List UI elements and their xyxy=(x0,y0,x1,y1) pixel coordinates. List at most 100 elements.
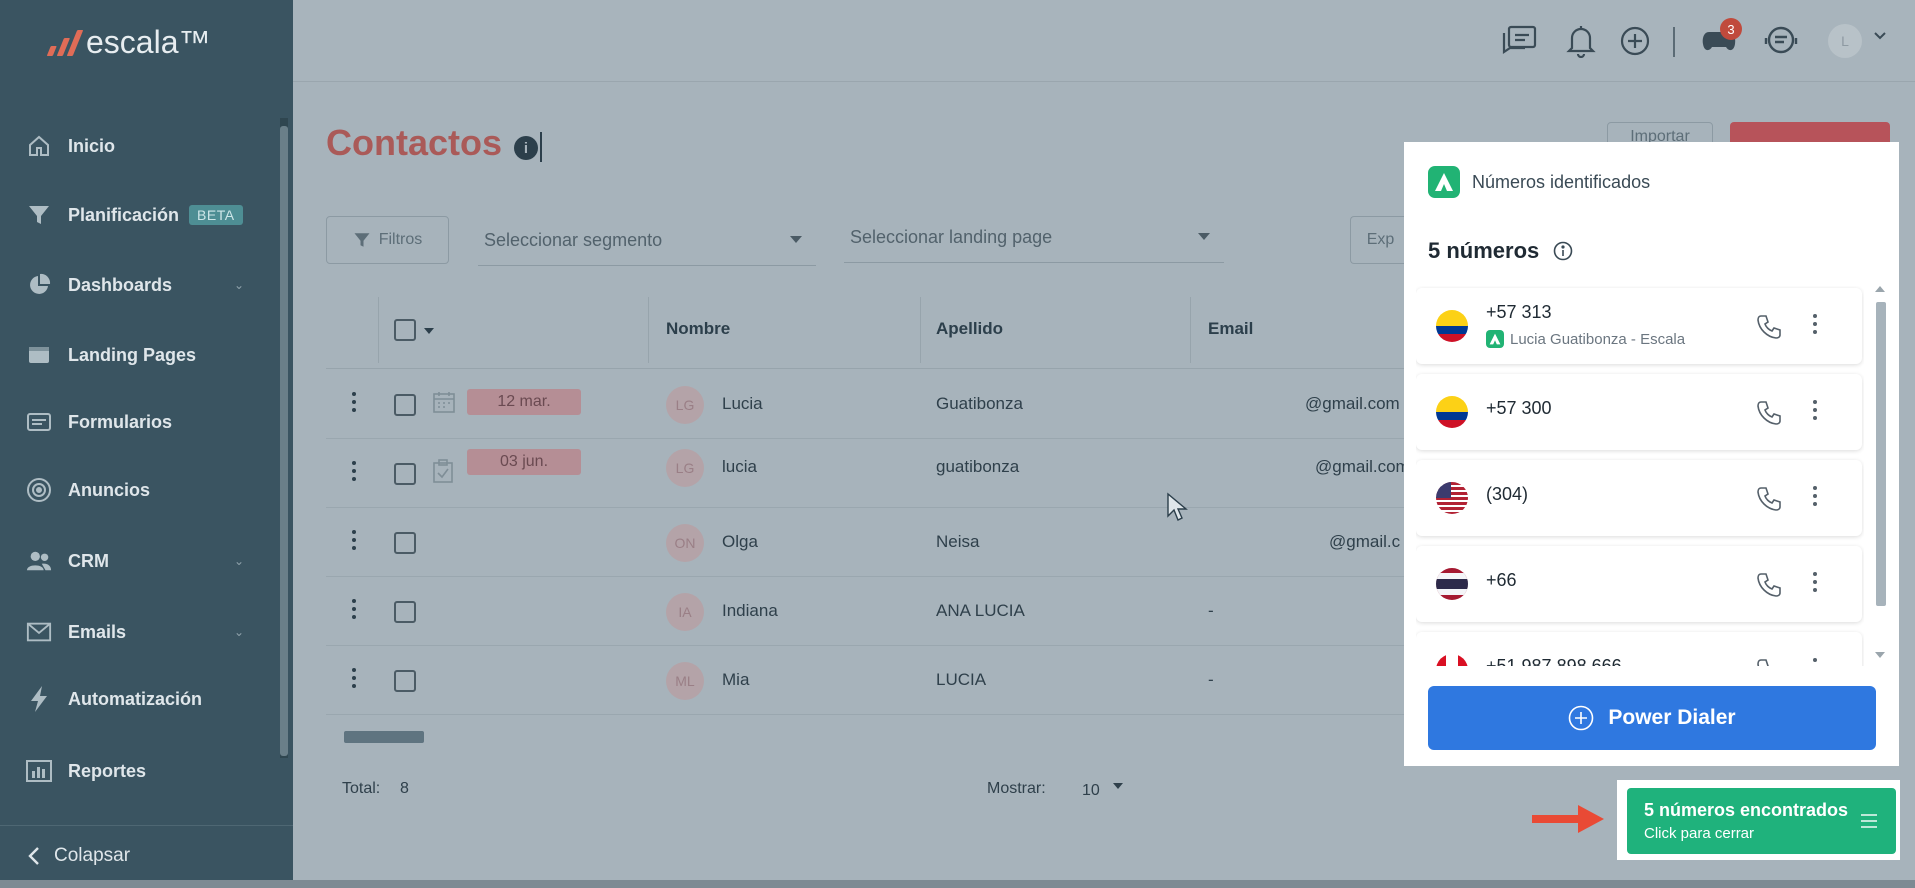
column-header-email[interactable]: Email xyxy=(1208,319,1253,339)
bell-icon[interactable] xyxy=(1562,22,1600,60)
phone-number: +57 300 xyxy=(1486,398,1552,418)
user-avatar[interactable]: L xyxy=(1828,24,1862,58)
info-icon[interactable]: i xyxy=(514,136,538,160)
row-menu-icon[interactable] xyxy=(352,392,356,412)
numbers-found-toast[interactable]: 5 números encontrados Click para cerrar xyxy=(1627,788,1896,854)
topbar-divider xyxy=(1673,27,1675,57)
select-menu-arrow-icon[interactable] xyxy=(424,328,434,334)
page-size-arrow-icon[interactable] xyxy=(1113,783,1123,789)
landing-placeholder: Seleccionar landing page xyxy=(850,227,1053,247)
sidebar-item-emails[interactable]: Emails ⌄ xyxy=(0,607,280,657)
table-horizontal-scrollbar[interactable] xyxy=(344,731,424,743)
info-icon[interactable] xyxy=(1553,241,1573,261)
contact-avatar: IA xyxy=(666,593,704,631)
cell-nombre: Lucia xyxy=(722,394,763,413)
sidebar-item-label: Planificación xyxy=(68,204,180,225)
segment-select[interactable]: Seleccionar segmento xyxy=(478,216,816,266)
phone-number: +57 313 xyxy=(1486,302,1552,322)
gamepad-icon[interactable]: 3 xyxy=(1700,18,1742,60)
usa-flag-icon xyxy=(1436,482,1468,514)
cell-email: - xyxy=(1208,601,1214,620)
filters-button[interactable]: Filtros xyxy=(326,216,449,264)
chevron-left-icon xyxy=(28,846,40,866)
number-card[interactable]: +51 987 898 666 xyxy=(1416,632,1862,666)
select-all-checkbox[interactable] xyxy=(394,319,416,341)
phone-call-icon[interactable] xyxy=(1756,400,1782,426)
chevron-down-icon[interactable]: ⌄ xyxy=(234,278,244,292)
landing-page-select[interactable]: Seleccionar landing page xyxy=(844,213,1224,263)
sidebar-item-anuncios[interactable]: Anuncios xyxy=(0,465,280,515)
form-icon xyxy=(26,409,52,435)
escala-logo[interactable]: escala™ xyxy=(46,24,211,61)
numbers-count: 5 números xyxy=(1428,238,1573,264)
sidebar-scrollbar[interactable] xyxy=(280,126,288,756)
sidebar-item-automatizacion[interactable]: Automatización xyxy=(0,674,280,724)
chevron-down-icon[interactable]: ⌄ xyxy=(234,625,244,639)
number-card[interactable]: +57 300 xyxy=(1416,374,1862,450)
phone-call-icon[interactable] xyxy=(1756,572,1782,598)
top-bar xyxy=(293,0,1915,82)
chevron-down-icon[interactable] xyxy=(1874,32,1886,40)
support-chat-icon[interactable] xyxy=(1762,22,1800,60)
numbers-list: +57 313 Lucia Guatibonza - Escala +57 30… xyxy=(1416,286,1864,666)
table-row[interactable]: 12 mar. LG Lucia Guatibonza @gmail.com xyxy=(326,370,1406,439)
add-circle-icon[interactable] xyxy=(1616,22,1654,60)
more-options-icon[interactable] xyxy=(1813,314,1817,334)
number-card[interactable]: (304) xyxy=(1416,460,1862,536)
clipboard-check-icon xyxy=(432,459,454,483)
table-row[interactable]: ML Mia LUCIA - xyxy=(326,646,1406,715)
row-checkbox[interactable] xyxy=(394,394,416,416)
chevron-down-icon[interactable]: ⌄ xyxy=(234,554,244,568)
row-menu-icon[interactable] xyxy=(352,668,356,688)
row-menu-icon[interactable] xyxy=(352,461,356,481)
phone-call-icon[interactable] xyxy=(1756,658,1782,666)
linked-contact[interactable]: Lucia Guatibonza - Escala xyxy=(1486,330,1685,348)
panel-scrollbar[interactable] xyxy=(1876,302,1886,606)
power-dialer-button[interactable]: Power Dialer xyxy=(1428,686,1876,750)
more-options-icon[interactable] xyxy=(1813,658,1817,666)
sidebar-item-formularios[interactable]: Formularios xyxy=(0,397,280,447)
more-options-icon[interactable] xyxy=(1813,572,1817,592)
total-value: 8 xyxy=(400,780,409,797)
sidebar-item-landing-pages[interactable]: Landing Pages xyxy=(0,330,280,380)
table-row[interactable]: 03 jun. LG lucia guatibonza @gmail.com xyxy=(326,439,1410,508)
dropdown-arrow-icon xyxy=(1198,233,1210,240)
more-options-icon[interactable] xyxy=(1813,486,1817,506)
page-size-select[interactable]: 10 xyxy=(1082,782,1100,800)
sidebar-item-planificacion[interactable]: Planificación BETA xyxy=(0,190,280,240)
row-checkbox[interactable] xyxy=(394,532,416,554)
phone-call-icon[interactable] xyxy=(1756,486,1782,512)
scroll-down-arrow-icon[interactable] xyxy=(1875,652,1885,658)
column-divider xyxy=(920,297,921,363)
table-row[interactable]: IA Indiana ANA LUCIA - xyxy=(326,577,1406,646)
sidebar-item-crm[interactable]: CRM ⌄ xyxy=(0,536,280,586)
row-checkbox[interactable] xyxy=(394,601,416,623)
number-card[interactable]: +57 313 Lucia Guatibonza - Escala xyxy=(1416,288,1862,364)
column-header-apellido[interactable]: Apellido xyxy=(936,319,1003,339)
row-checkbox[interactable] xyxy=(394,670,416,692)
number-card[interactable]: +66 xyxy=(1416,546,1862,622)
sidebar-item-inicio[interactable]: Inicio xyxy=(0,121,280,171)
contact-avatar: LG xyxy=(666,449,704,487)
row-checkbox[interactable] xyxy=(394,463,416,485)
menu-icon[interactable] xyxy=(1861,814,1877,828)
column-header-nombre[interactable]: Nombre xyxy=(666,319,730,339)
cell-nombre: lucia xyxy=(722,457,757,476)
chat-bubbles-icon[interactable] xyxy=(1500,22,1538,60)
row-menu-icon[interactable] xyxy=(352,599,356,619)
phone-call-icon[interactable] xyxy=(1756,314,1782,340)
more-options-icon[interactable] xyxy=(1813,400,1817,420)
row-menu-icon[interactable] xyxy=(352,530,356,550)
scroll-up-arrow-icon[interactable] xyxy=(1875,286,1885,292)
collapse-button[interactable]: Colapsar xyxy=(0,825,293,885)
sidebar-item-dashboards[interactable]: Dashboards ⌄ xyxy=(0,260,280,310)
logo-mark-icon xyxy=(46,29,84,56)
export-button[interactable]: Exp xyxy=(1350,216,1410,264)
sidebar-item-reportes[interactable]: Reportes xyxy=(0,746,280,796)
sidebar-item-label: Inicio xyxy=(68,135,116,156)
table-row[interactable]: ON Olga Neisa @gmail.c xyxy=(326,508,1406,577)
cell-nombre: Olga xyxy=(722,532,758,551)
cell-apellido: LUCIA xyxy=(936,670,987,689)
power-dialer-label: Power Dialer xyxy=(1608,706,1736,729)
calendar-icon xyxy=(432,390,456,414)
